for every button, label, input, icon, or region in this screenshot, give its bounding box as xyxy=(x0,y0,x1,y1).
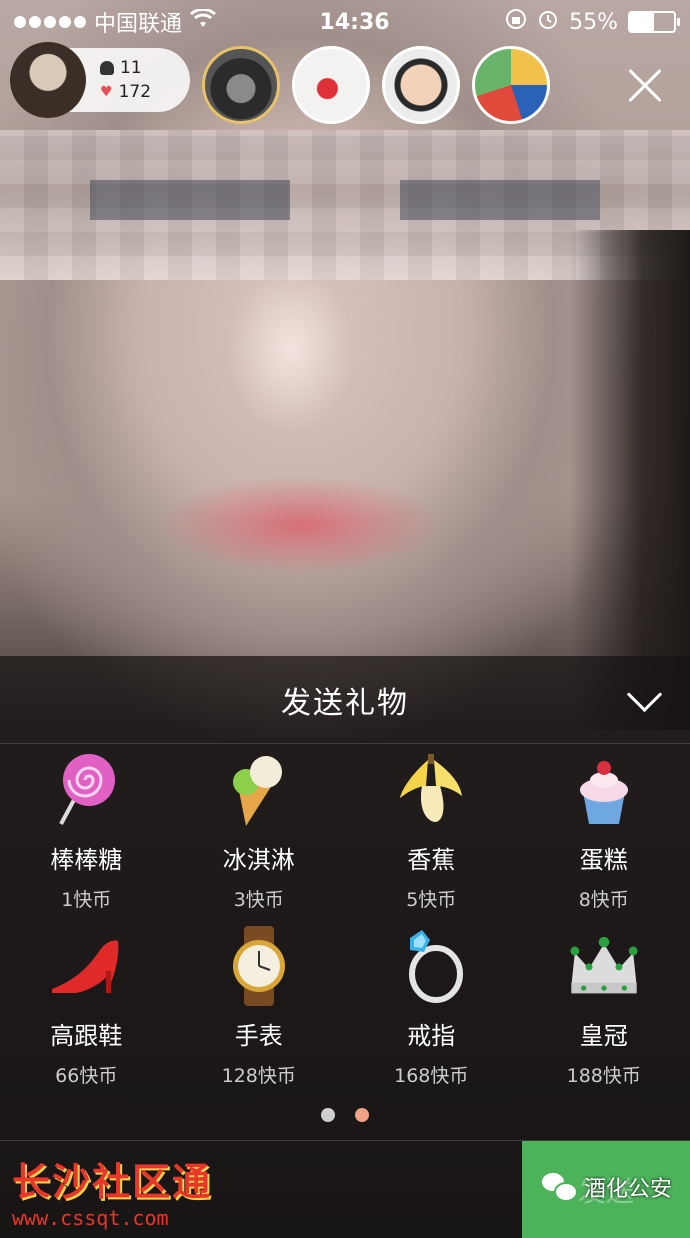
gift-item-lollipop[interactable]: 棒棒糖 1快币 xyxy=(0,752,173,928)
wifi-icon xyxy=(190,7,217,35)
ring-icon xyxy=(393,928,469,1004)
gift-price: 128快币 xyxy=(221,1065,296,1087)
gift-price: 1快币 xyxy=(61,889,112,911)
page-dot-1[interactable] xyxy=(321,1108,335,1122)
viewer-avatar[interactable] xyxy=(382,46,460,124)
alarm-icon xyxy=(537,8,559,36)
likes-count: 172 xyxy=(118,82,152,102)
blurred-eye-left xyxy=(90,180,290,220)
gift-name: 棒棒糖 xyxy=(50,846,123,874)
watermark-source-label: 酒化公安 xyxy=(583,1177,672,1202)
high-heel-icon xyxy=(48,928,124,1004)
chevron-down-icon[interactable] xyxy=(624,682,664,712)
person-icon xyxy=(100,61,114,75)
battery-icon xyxy=(628,11,680,33)
hair-shadow xyxy=(570,230,690,730)
host-avatar[interactable] xyxy=(10,42,86,118)
gift-name: 皇冠 xyxy=(579,1022,628,1050)
crown-icon xyxy=(566,928,642,1004)
viewers-count: 11 xyxy=(120,58,142,78)
gift-price: 188快币 xyxy=(566,1065,641,1087)
carrier-label: 中国联通 xyxy=(94,12,183,37)
watermark-logo: 长沙社区通 www.cssqt.com xyxy=(12,1151,212,1230)
gift-price: 5快币 xyxy=(406,889,457,911)
gift-item-ring[interactable]: 戒指 168快币 xyxy=(345,928,518,1104)
lollipop-icon xyxy=(48,752,124,828)
gift-grid: 棒棒糖 1快币 冰淇淋 3快币 香蕉 5快币 蛋糕 8快币 高跟鞋 66快币 手… xyxy=(0,744,690,1104)
gift-name: 高跟鞋 xyxy=(50,1022,123,1050)
watermark-url: www.cssqt.com xyxy=(12,1206,169,1230)
page-indicator xyxy=(0,1108,690,1122)
wechat-icon xyxy=(541,1173,578,1202)
gift-item-cake[interactable]: 蛋糕 8快币 xyxy=(518,752,690,928)
ice-cream-icon xyxy=(221,752,297,828)
gift-panel-header: 发送礼物 xyxy=(0,656,690,744)
viewer-avatar[interactable] xyxy=(292,46,370,124)
rotation-lock-icon xyxy=(505,8,527,36)
bottom-bar: 长沙社区通 www.cssqt.com 发送 酒化公安 xyxy=(0,1140,690,1238)
cake-icon xyxy=(566,752,642,828)
panel-title: 发送礼物 xyxy=(281,685,409,721)
gift-price: 8快币 xyxy=(578,889,629,911)
gift-name: 蛋糕 xyxy=(579,846,628,874)
banana-icon xyxy=(393,752,469,828)
gift-price: 168快币 xyxy=(394,1065,469,1087)
gift-item-high-heel[interactable]: 高跟鞋 66快币 xyxy=(0,928,173,1104)
page-dot-2-active[interactable] xyxy=(355,1108,369,1122)
gift-price: 3快币 xyxy=(233,889,284,911)
heart-icon: ♥ xyxy=(100,84,113,100)
battery-level xyxy=(630,13,655,31)
gift-name: 手表 xyxy=(234,1022,283,1050)
gift-item-ice-cream[interactable]: 冰淇淋 3快币 xyxy=(173,752,346,928)
viewer-avatar[interactable] xyxy=(472,46,550,124)
close-icon[interactable] xyxy=(618,58,672,112)
viewer-avatar[interactable] xyxy=(202,46,280,124)
gift-price: 66快币 xyxy=(55,1065,118,1087)
watermark-title: 长沙社区通 xyxy=(12,1159,213,1204)
gift-item-watch[interactable]: 手表 128快币 xyxy=(173,926,346,1104)
host-stats: 11 ♥ 172 xyxy=(100,56,151,104)
watch-icon xyxy=(221,926,297,1006)
watermark-source: 酒化公安 xyxy=(541,1171,672,1203)
battery-percent: 55% xyxy=(569,9,618,35)
host-card[interactable]: 11 ♥ 172 xyxy=(10,42,190,118)
status-bar: 中国联通 14:36 55% xyxy=(0,0,690,44)
gift-name: 香蕉 xyxy=(407,846,456,874)
status-time: 14:36 xyxy=(319,9,390,35)
gift-item-crown[interactable]: 皇冠 188快币 xyxy=(518,928,690,1104)
gift-item-banana[interactable]: 香蕉 5快币 xyxy=(345,752,518,928)
blurred-eye-right xyxy=(400,180,600,220)
gift-name: 冰淇淋 xyxy=(222,846,295,874)
gift-name: 戒指 xyxy=(407,1022,456,1050)
signal-icon xyxy=(14,16,86,28)
gift-panel: 发送礼物 棒棒糖 1快币 冰淇淋 3快币 香蕉 5快币 蛋糕 8快币 高跟鞋 6… xyxy=(0,656,690,1238)
